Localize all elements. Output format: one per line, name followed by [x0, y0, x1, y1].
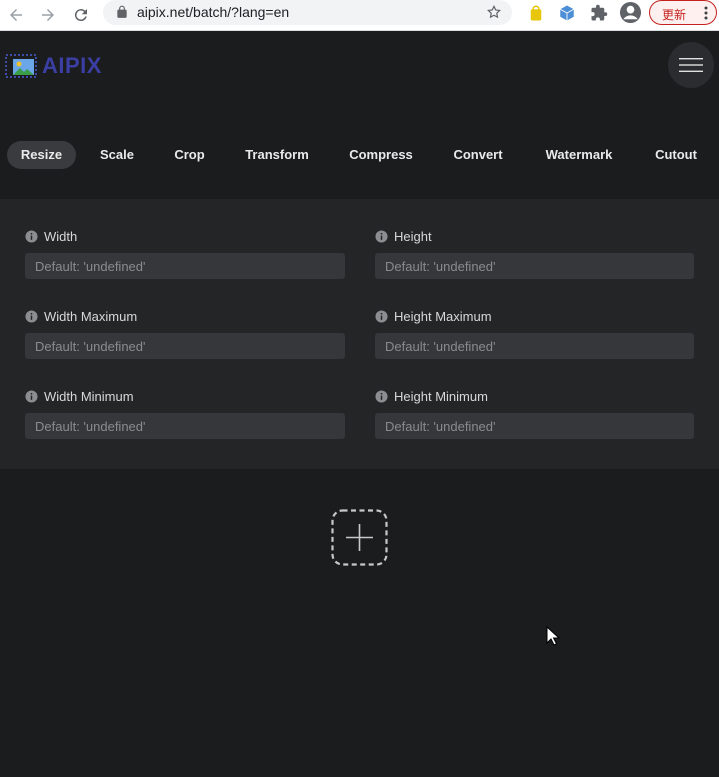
- info-icon[interactable]: [375, 389, 388, 403]
- back-button[interactable]: [4, 3, 28, 27]
- extensions-puzzle-icon[interactable]: [590, 4, 608, 22]
- image-logo-icon: [5, 54, 37, 78]
- info-icon[interactable]: [375, 229, 388, 243]
- info-icon[interactable]: [25, 389, 38, 403]
- page-content: AIPIX Resize Scale Crop Transform Compre…: [0, 32, 719, 777]
- height-input[interactable]: [375, 253, 694, 279]
- height-minimum-label: Height Minimum: [375, 388, 488, 404]
- profile-avatar-icon[interactable]: [619, 1, 642, 24]
- hamburger-menu-button[interactable]: [668, 42, 714, 88]
- update-label: 更新: [662, 8, 687, 22]
- add-images-button[interactable]: [331, 509, 388, 566]
- arrow-left-icon: [10, 9, 22, 21]
- height-maximum-label: Height Maximum: [375, 308, 492, 324]
- tool-tabs: Resize Scale Crop Transform Compress Con…: [0, 141, 719, 169]
- width-input[interactable]: [25, 253, 345, 279]
- plus-icon: [346, 524, 373, 551]
- extension-bag-icon[interactable]: [527, 4, 545, 22]
- width-maximum-input[interactable]: [25, 333, 345, 359]
- address-bar[interactable]: aipix.net/batch/?lang=en: [103, 0, 512, 25]
- width-label: Width: [25, 228, 77, 244]
- more-vert-icon: [704, 6, 708, 20]
- info-icon[interactable]: [25, 229, 38, 243]
- height-maximum-label-text: Height Maximum: [394, 308, 492, 324]
- info-icon[interactable]: [375, 309, 388, 323]
- reload-button[interactable]: [69, 3, 93, 27]
- mouse-pointer-icon: [546, 626, 560, 646]
- info-icon[interactable]: [25, 309, 38, 323]
- browser-toolbar: aipix.net/batch/?lang=en 更新: [0, 0, 719, 31]
- resize-settings-panel: Width Height Width Maximum Height Maximu…: [0, 199, 719, 469]
- bookmark-star-icon[interactable]: [486, 4, 502, 20]
- width-label-text: Width: [44, 228, 78, 244]
- tab-compress[interactable]: Compress: [338, 141, 424, 169]
- width-maximum-label: Width Maximum: [25, 308, 137, 324]
- lock-icon: [117, 5, 127, 18]
- width-minimum-label-text: Width Minimum: [44, 388, 134, 404]
- height-label-text: Height: [394, 228, 432, 244]
- width-minimum-label: Width Minimum: [25, 388, 134, 404]
- logo-text: AIPIX: [42, 53, 102, 78]
- tab-transform[interactable]: Transform: [232, 141, 322, 169]
- arrow-right-icon: [42, 9, 54, 21]
- tab-convert[interactable]: Convert: [440, 141, 516, 169]
- url-text: aipix.net/batch/?lang=en: [137, 4, 290, 20]
- logo[interactable]: AIPIX: [5, 53, 102, 79]
- tab-cutout[interactable]: Cutout: [642, 141, 710, 169]
- height-minimum-input[interactable]: [375, 413, 694, 439]
- tab-crop[interactable]: Crop: [162, 141, 217, 169]
- tab-watermark[interactable]: Watermark: [531, 141, 627, 169]
- height-minimum-label-text: Height Minimum: [394, 388, 488, 404]
- width-maximum-label-text: Width Maximum: [44, 308, 138, 324]
- forward-button[interactable]: [36, 3, 60, 27]
- tab-scale[interactable]: Scale: [88, 141, 146, 169]
- width-minimum-input[interactable]: [25, 413, 345, 439]
- height-maximum-input[interactable]: [375, 333, 694, 359]
- height-label: Height: [375, 228, 432, 244]
- reload-icon: [74, 9, 87, 22]
- hamburger-icon: [679, 58, 703, 72]
- browser-update-button[interactable]: 更新: [649, 0, 717, 25]
- extension-cube-icon[interactable]: [558, 4, 576, 22]
- tab-resize[interactable]: Resize: [7, 141, 76, 169]
